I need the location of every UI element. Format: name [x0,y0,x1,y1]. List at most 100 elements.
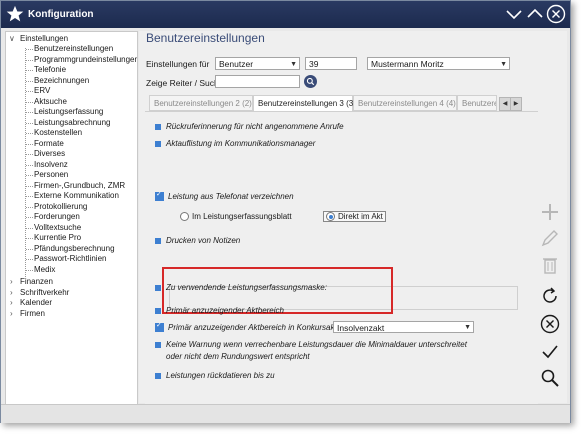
user-id-field[interactable]: 39 [305,57,357,70]
tree-item-aktsuche[interactable]: Aktsuche [34,97,67,107]
checkbox-leistung-telefonat[interactable]: Leistung aus Telefonat verzeichnen [155,190,294,202]
konkurs-aktbereich-value: Insolvenzakt [337,323,385,333]
expand-icon[interactable]: › [10,309,13,318]
tree-connector [26,259,33,260]
tree-item-bezeichnungen[interactable]: Bezeichnungen [34,76,89,86]
cancel-icon[interactable] [539,313,561,335]
edit-icon[interactable] [539,227,561,249]
tree-connector [26,185,33,187]
tree-connector [26,196,33,197]
tree-item-diverses[interactable]: Diverses [34,149,65,159]
tree-item-leistungsabrechnung[interactable]: Leistungsabrechnung [34,118,111,128]
tree-item-externe-kommunikation[interactable]: Externe Kommunikation [34,191,119,201]
search-icon[interactable] [304,75,317,88]
option-label: Zu verwendende Leistungserfassungsmaske: [166,283,327,292]
tree-item-formate[interactable]: Formate [34,139,64,149]
option-aktauflistung[interactable]: Aktauflistung im Kommunikationsmanager [155,139,315,148]
close-circle-icon[interactable] [546,4,566,24]
tree-root-schriftverkehr[interactable]: Schriftverkehr [20,288,69,298]
tree-root-kalender[interactable]: Kalender [20,298,52,308]
option-rueckruf[interactable]: Rückruferinnerung für nicht angenommene … [155,122,344,131]
option-label: Rückruferinnerung für nicht angenommene … [166,122,344,131]
search-icon[interactable] [539,367,561,389]
settings-for-select[interactable]: Benutzer ▼ [215,57,300,70]
tab-scroll-right-icon[interactable]: ▶ [510,97,522,111]
title-bar: Konfiguration [1,1,570,28]
option-keine-warnung[interactable]: Keine Warnung wenn verrechenbare Leistun… [155,340,467,349]
checkbox-checked-icon [155,190,164,202]
tree-connector [26,154,33,155]
tree-item-medix[interactable]: Medix [34,265,55,275]
tree-item-volltextsuche[interactable]: Volltextsuche [34,223,81,233]
option-keine-warnung-line2: oder nicht dem Rundungswert entspricht [166,352,310,361]
minimize-chevron-icon[interactable] [504,4,524,24]
tree-item-personen[interactable]: Personen [34,170,68,180]
radio-direkt-im-akt[interactable]: Direkt im Akt [323,211,386,223]
tree-item-insolvenz[interactable]: Insolvenz [34,160,68,170]
tree-connector [26,206,33,208]
tree-connector [26,112,33,113]
add-icon[interactable] [539,201,561,223]
tree-connector [26,70,33,71]
tab-benutzere-truncated[interactable]: Benutzere [457,95,497,111]
tab-benutzereinstellungen-4[interactable]: Benutzereinstellungen 4 (4) [353,95,457,111]
tab-strip: Benutzereinstellungen 2 (2) Benutzereins… [149,95,522,112]
checkbox-checked-icon [155,321,164,333]
tree-item-erv[interactable]: ERV [34,86,50,96]
collapse-icon[interactable]: ∨ [9,34,15,43]
tree-item-kostenstellen[interactable]: Kostenstellen [34,128,82,138]
delete-icon[interactable] [539,254,561,276]
tree-item-firmen-grundbuch-zmr[interactable]: Firmen-,Grundbuch, ZMR [34,181,125,191]
option-label: Leistungen rückdatieren bis zu [166,371,275,380]
option-rueckdatieren[interactable]: Leistungen rückdatieren bis zu [155,371,275,380]
option-drucken[interactable]: Drucken von Notizen [155,236,240,245]
refresh-icon[interactable] [539,285,561,307]
tree-connector [26,217,33,218]
settings-for-label: Einstellungen für [146,59,210,69]
tree-item-leistungserfassung[interactable]: Leistungserfassung [34,107,103,117]
chevron-down-icon: ▼ [500,61,507,68]
maximize-chevron-icon[interactable] [525,4,545,24]
tree-item-programmgrundeinstellungen[interactable]: Programmgrundeinstellungen [34,55,137,65]
tree-connector [26,122,33,124]
tree-connector [26,175,33,176]
user-name-value: Mustermann Moritz [371,59,444,69]
tree-item-forderungen[interactable]: Forderungen [34,212,80,222]
tree-item-pfändungsberechnung[interactable]: Pfändungsberechnung [34,244,115,254]
tree-connector [26,133,33,134]
tree-root-finanzen[interactable]: Finanzen [20,277,53,287]
expand-icon[interactable]: › [10,298,13,307]
option-marker-icon [155,140,161,147]
tree-connector [26,248,33,250]
confirm-icon[interactable] [539,341,561,363]
tab-benutzereinstellungen-2[interactable]: Benutzereinstellungen 2 (2) [149,95,253,111]
option-leistungserfassungsmaske[interactable]: Zu verwendende Leistungserfassungsmaske: [155,283,327,292]
tree-root-firmen[interactable]: Firmen [20,309,45,319]
option-primaer-aktbereich[interactable]: Primär anzuzeigender Aktbereich [155,306,284,315]
tree-root-einstellungen[interactable]: Einstellungen [20,34,68,44]
option-marker-icon [155,123,161,130]
tree-item-protokollierung[interactable]: Protokollierung [34,202,87,212]
tree-connector [26,91,33,92]
radio-leistungserfassungsblatt[interactable]: Im Leistungserfassungsblatt [180,212,292,222]
tree-item-benutzereinstellungen[interactable]: Benutzereinstellungen [34,44,113,54]
tree-connector [26,227,33,229]
konkurs-aktbereich-select[interactable]: Insolvenzakt ▼ [333,321,474,333]
radio-label: Direkt im Akt [338,212,383,221]
tab-benutzereinstellungen-3[interactable]: Benutzereinstellungen 3 (3) [253,95,356,112]
radio-off-icon [180,212,189,222]
tree-connector [25,48,26,277]
tab-content: Rückruferinnerung für nicht angenommene … [145,111,538,404]
tree-item-telefonie[interactable]: Telefonie [34,65,66,75]
checkbox-primaer-konkurs[interactable]: Primär anzuzeigender Aktbereich in Konku… [155,321,346,333]
option-marker-icon [155,372,161,379]
expand-icon[interactable]: › [10,277,13,286]
expand-icon[interactable]: › [10,288,13,297]
option-marker-icon [155,307,161,314]
option-marker-icon [155,237,161,244]
user-id-value: 39 [309,59,319,69]
tree-item-passwort-richtlinien[interactable]: Passwort-Richtlinien [34,254,106,264]
tree-item-kurrentie-pro[interactable]: Kurrentie Pro [34,233,81,243]
user-name-select[interactable]: Mustermann Moritz ▼ [367,57,510,70]
search-input[interactable] [215,75,300,88]
